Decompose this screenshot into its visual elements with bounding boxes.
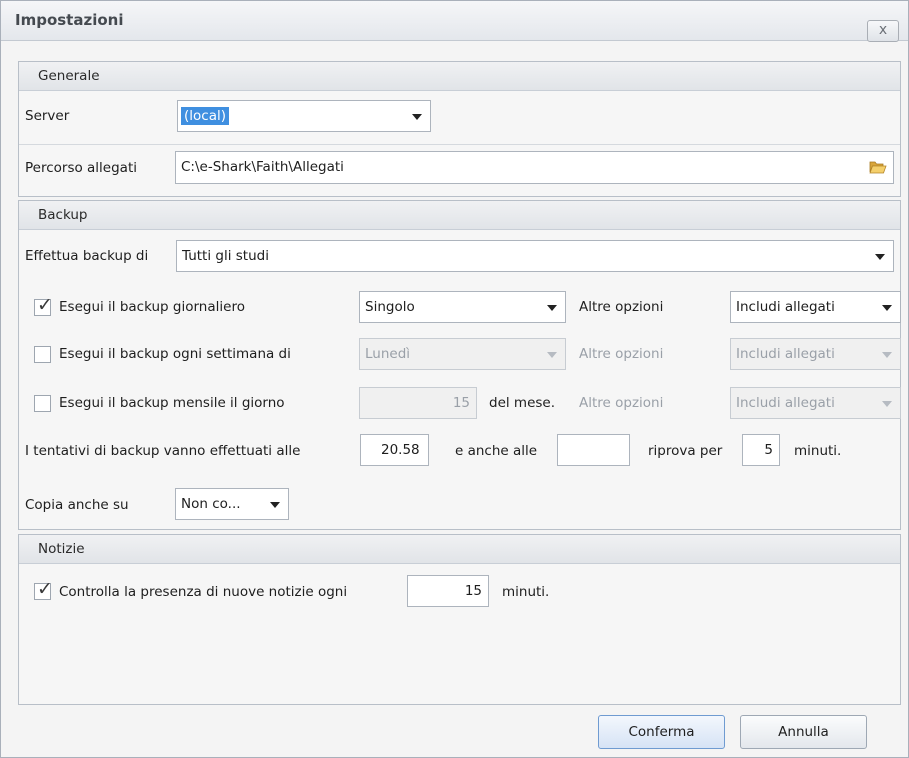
anche-label: e anche alle	[455, 443, 538, 459]
daily-altre-value: Includi allegati	[736, 299, 835, 315]
copia-label: Copia anche su	[25, 497, 129, 513]
tentativi-time-value: 20.58	[381, 442, 420, 458]
riprova-field[interactable]: 5	[742, 434, 780, 466]
weekly-altre-dropdown[interactable]: Includi allegati	[730, 338, 901, 370]
monthly-altre-label: Altre opzioni	[579, 395, 664, 411]
effettua-dropdown[interactable]: Tutti gli studi	[176, 240, 894, 272]
monthly-altre-value: Includi allegati	[736, 395, 835, 411]
monthly-day-value: 15	[452, 395, 470, 411]
monthly-label: Esegui il backup mensile il giorno	[59, 395, 285, 411]
percorso-field[interactable]: C:\e-Shark\Faith\Allegati	[175, 151, 894, 184]
effettua-value: Tutti gli studi	[182, 248, 269, 264]
anche-time-field[interactable]	[557, 434, 630, 466]
copia-dropdown[interactable]: Non co...	[175, 488, 289, 520]
group-header-notizie: Notizie	[19, 535, 900, 564]
title-bar: Impostazioni x	[1, 1, 908, 42]
percorso-value: C:\e-Shark\Faith\Allegati	[181, 159, 344, 175]
settings-window: Impostazioni x Generale Server (local) P…	[0, 0, 909, 758]
group-header-generale: Generale	[19, 62, 900, 91]
tentativi-time-field[interactable]: 20.58	[360, 434, 429, 466]
tentativi-label: I tentativi di backup vanno effettuati a…	[25, 443, 301, 459]
group-generale: Generale Server (local) Percorso allegat…	[18, 61, 901, 197]
chevron-down-icon	[882, 305, 892, 311]
daily-checkbox[interactable]: ✓	[34, 294, 53, 316]
daily-mode-value: Singolo	[365, 299, 415, 315]
riprova-value: 5	[764, 442, 773, 458]
notizie-minutes-value: 15	[464, 583, 482, 599]
chevron-down-icon	[547, 305, 557, 311]
server-dropdown[interactable]: (local)	[177, 100, 431, 132]
monthly-suffix-label: del mese.	[489, 395, 556, 411]
server-label: Server	[25, 108, 70, 124]
weekly-altre-value: Includi allegati	[736, 346, 835, 362]
group-header-backup: Backup	[19, 201, 900, 230]
daily-altre-dropdown[interactable]: Includi allegati	[730, 291, 901, 323]
chevron-down-icon	[882, 401, 892, 407]
copia-value: Non co...	[181, 496, 241, 512]
confirm-button[interactable]: Conferma	[598, 715, 725, 749]
chevron-down-icon	[875, 254, 885, 260]
chevron-down-icon	[412, 114, 422, 120]
weekly-altre-label: Altre opzioni	[579, 346, 664, 362]
daily-label: Esegui il backup giornaliero	[59, 299, 245, 315]
server-value: (local)	[181, 107, 229, 125]
weekly-day-value: Lunedì	[365, 346, 411, 362]
monthly-checkbox[interactable]	[34, 395, 51, 412]
monthly-altre-dropdown[interactable]: Includi allegati	[730, 387, 901, 419]
window-title: Impostazioni	[15, 11, 124, 29]
weekly-checkbox[interactable]	[34, 346, 51, 363]
notizie-checkbox[interactable]: ✓	[34, 578, 53, 600]
chevron-down-icon	[270, 502, 280, 508]
notizie-minutes-field[interactable]: 15	[407, 575, 489, 607]
riprova-label: riprova per	[648, 443, 723, 459]
cancel-button[interactable]: Annulla	[740, 715, 867, 749]
weekly-label: Esegui il backup ogni settimana di	[59, 346, 291, 362]
chevron-down-icon	[882, 352, 892, 358]
folder-open-icon[interactable]	[869, 159, 887, 174]
riprova-minuti-label: minuti.	[794, 443, 842, 459]
monthly-day-field[interactable]: 15	[359, 387, 477, 419]
weekly-day-dropdown[interactable]: Lunedì	[359, 338, 566, 370]
group-notizie: Notizie ✓ Controlla la presenza di nuove…	[18, 534, 901, 705]
percorso-label: Percorso allegati	[25, 160, 138, 176]
close-button[interactable]: x	[867, 20, 899, 42]
daily-altre-label: Altre opzioni	[579, 299, 664, 315]
chevron-down-icon	[547, 352, 557, 358]
close-icon: x	[878, 22, 888, 38]
notizie-minuti-label: minuti.	[502, 584, 550, 600]
notizie-label: Controlla la presenza di nuove notizie o…	[59, 584, 348, 600]
effettua-label: Effettua backup di	[25, 248, 149, 264]
checkmark-icon: ✓	[37, 294, 53, 316]
group-backup: Backup Effettua backup di Tutti gli stud…	[18, 200, 901, 530]
checkmark-icon: ✓	[37, 578, 53, 600]
daily-mode-dropdown[interactable]: Singolo	[359, 291, 566, 323]
